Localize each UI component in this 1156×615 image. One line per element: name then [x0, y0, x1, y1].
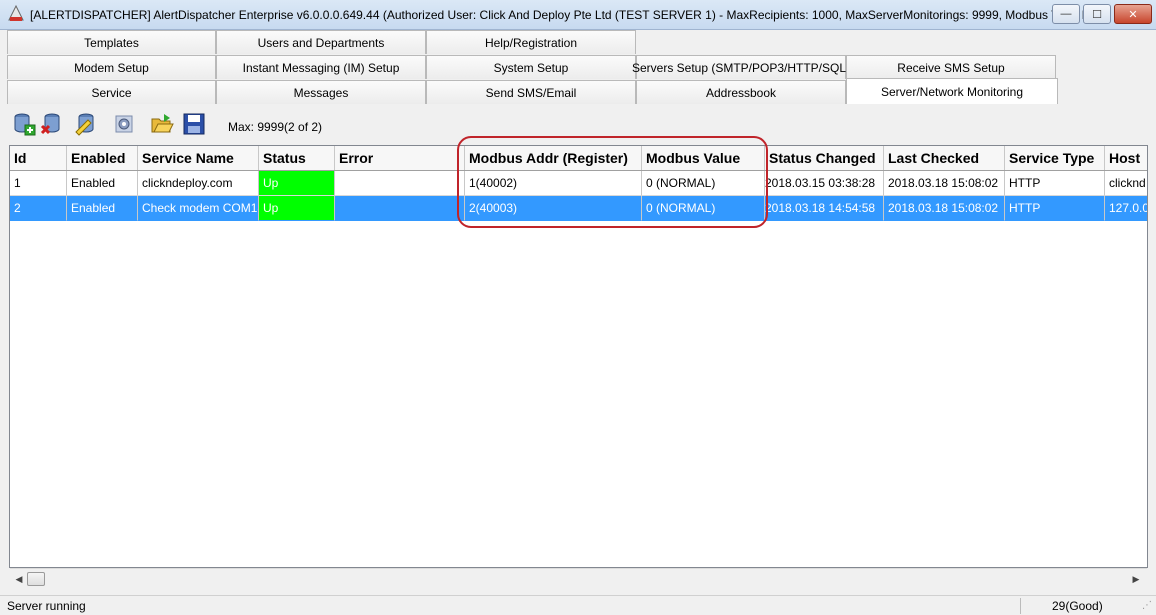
tab-service[interactable]: Service	[7, 80, 216, 104]
maximize-button[interactable]: ☐	[1083, 4, 1111, 24]
tab-receive-sms-setup[interactable]: Receive SMS Setup	[846, 55, 1056, 79]
cell-service-type: HTTP	[1005, 171, 1105, 196]
cell-status-changed: 2018.03.18 14:54:58	[765, 196, 884, 221]
close-icon: ✕	[1128, 8, 1138, 21]
tab-users-and-departments[interactable]: Users and Departments	[216, 30, 426, 54]
add-icon	[14, 113, 36, 136]
tab-templates[interactable]: Templates	[7, 30, 216, 54]
cell-service-name: clickndeploy.com	[138, 171, 259, 196]
tab-server-network-monitoring[interactable]: Server/Network Monitoring	[846, 78, 1058, 104]
cell-service-type: HTTP	[1005, 196, 1105, 221]
scroll-right-arrow-icon[interactable]: ▶	[1128, 571, 1144, 587]
cell-last-checked: 2018.03.18 15:08:02	[884, 171, 1005, 196]
cell-modbus-addr: 1(40002)	[465, 171, 642, 196]
open-folder-icon	[151, 114, 174, 133]
status-badge: Up	[259, 171, 335, 196]
cell-id: 1	[10, 171, 67, 196]
table-row[interactable]: 1 Enabled clickndeploy.com Up 1(40002) 0…	[10, 171, 1147, 196]
cell-host: clicknd	[1105, 171, 1147, 196]
grid-header: Id Enabled Service Name Status Error Mod…	[10, 146, 1147, 171]
cell-error	[335, 196, 465, 221]
edit-icon	[75, 113, 94, 136]
column-header-modbus-value[interactable]: Modbus Value	[642, 146, 765, 170]
save-button[interactable]	[180, 110, 208, 138]
status-separator	[1020, 598, 1021, 614]
server-status-text: Server running	[7, 599, 86, 613]
settings-icon	[115, 115, 133, 133]
tab-help-registration[interactable]: Help/Registration	[426, 30, 636, 54]
column-header-status-changed[interactable]: Status Changed	[765, 146, 884, 170]
cell-service-name: Check modem COM18	[138, 196, 259, 221]
settings-button[interactable]	[110, 110, 138, 138]
save-icon	[183, 113, 205, 135]
column-header-service-type[interactable]: Service Type	[1005, 146, 1105, 170]
cell-enabled: Enabled	[67, 196, 138, 221]
add-button[interactable]	[10, 110, 38, 138]
signal-quality-text: 29(Good)	[1052, 599, 1103, 613]
column-header-last-checked[interactable]: Last Checked	[884, 146, 1005, 170]
scrollbar-thumb[interactable]	[27, 572, 45, 586]
status-badge: Up	[259, 196, 335, 221]
app-logo-icon	[8, 5, 24, 21]
cell-enabled: Enabled	[67, 171, 138, 196]
minimize-button[interactable]: —	[1052, 4, 1080, 24]
tab-addressbook[interactable]: Addressbook	[636, 80, 846, 104]
cell-last-checked: 2018.03.18 15:08:02	[884, 196, 1005, 221]
cell-id: 2	[10, 196, 67, 221]
status-bar: Server running 29(Good) ⋰	[0, 595, 1156, 615]
column-header-id[interactable]: Id	[10, 146, 67, 170]
cell-host: 127.0.0	[1105, 196, 1147, 221]
tab-modem-setup[interactable]: Modem Setup	[7, 55, 216, 79]
minimize-icon: —	[1060, 8, 1072, 20]
tab-send-sms-email[interactable]: Send SMS/Email	[426, 80, 636, 104]
column-header-service-name[interactable]: Service Name	[138, 146, 259, 170]
title-bar: [ALERTDISPATCHER] AlertDispatcher Enterp…	[0, 0, 1156, 30]
cell-status-changed: 2018.03.15 03:38:28	[765, 171, 884, 196]
tab-system-setup[interactable]: System Setup	[426, 55, 636, 79]
column-header-modbus-addr[interactable]: Modbus Addr (Register)	[465, 146, 642, 170]
maximize-icon: ☐	[1092, 8, 1102, 21]
cell-modbus-addr: 2(40003)	[465, 196, 642, 221]
horizontal-scrollbar[interactable]: ◀ ▶	[10, 568, 1147, 588]
column-header-enabled[interactable]: Enabled	[67, 146, 138, 170]
max-count-label: Max: 9999(2 of 2)	[228, 120, 323, 134]
window-title: [ALERTDISPATCHER] AlertDispatcher Enterp…	[30, 8, 1107, 22]
monitoring-grid[interactable]: Id Enabled Service Name Status Error Mod…	[9, 145, 1148, 568]
cell-modbus-value: 0 (NORMAL)	[642, 196, 765, 221]
main-tabs: Templates Users and Departments Help/Reg…	[5, 30, 1151, 104]
edit-button[interactable]	[72, 110, 100, 138]
open-button[interactable]	[148, 110, 176, 138]
tab-servers-setup[interactable]: Servers Setup (SMTP/POP3/HTTP/SQL)	[632, 55, 850, 79]
close-button[interactable]: ✕	[1114, 4, 1152, 24]
delete-button[interactable]	[38, 110, 66, 138]
column-header-host[interactable]: Host	[1105, 146, 1147, 170]
tab-instant-messaging-setup[interactable]: Instant Messaging (IM) Setup	[216, 55, 426, 79]
delete-icon	[40, 113, 60, 135]
tab-messages[interactable]: Messages	[216, 80, 426, 104]
toolbar: Max: 9999(2 of 2)	[8, 107, 1148, 145]
cell-error	[335, 171, 465, 196]
table-row-selected[interactable]: 2 Enabled Check modem COM18 Up 2(40003) …	[10, 196, 1147, 221]
scroll-left-arrow-icon[interactable]: ◀	[11, 571, 27, 587]
column-header-status[interactable]: Status	[259, 146, 335, 170]
column-header-error[interactable]: Error	[335, 146, 465, 170]
resize-grip-icon[interactable]: ⋰	[1142, 600, 1152, 611]
cell-modbus-value: 0 (NORMAL)	[642, 171, 765, 196]
